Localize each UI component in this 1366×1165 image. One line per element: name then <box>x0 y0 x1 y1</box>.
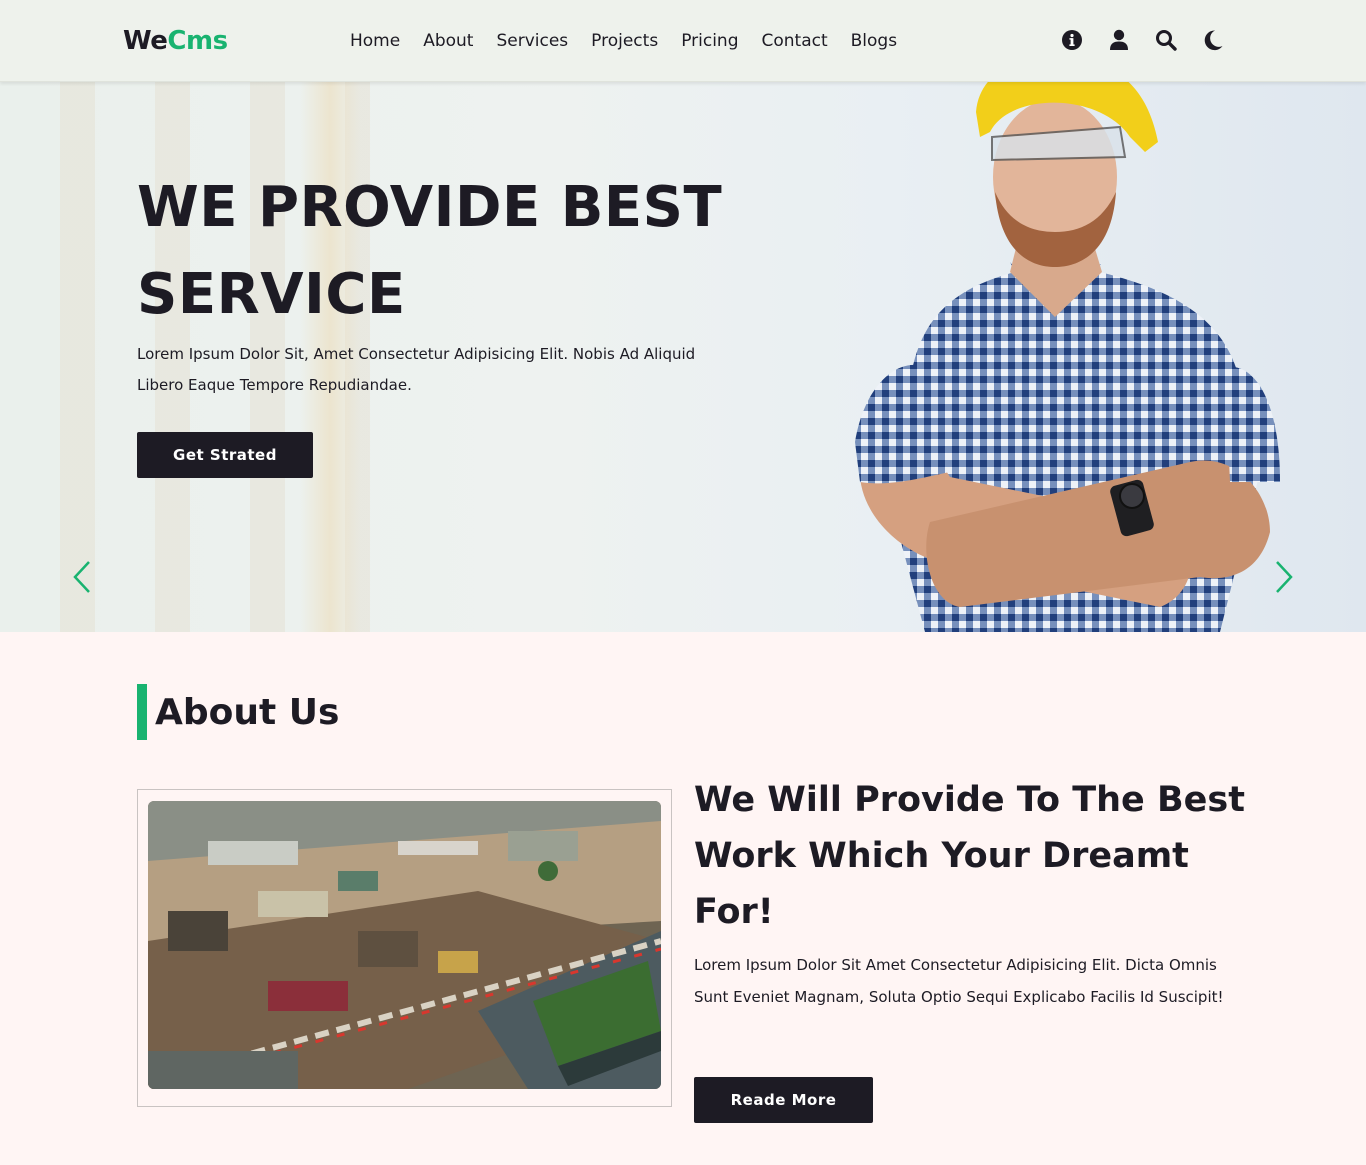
main-nav: Home About Services Projects Pricing Con… <box>350 31 920 51</box>
logo-part-cms: Cms <box>167 26 228 56</box>
about-heading: About Us <box>137 684 339 740</box>
logo[interactable]: WeCms <box>123 26 228 56</box>
search-icon[interactable] <box>1154 28 1178 52</box>
nav-pricing[interactable]: Pricing <box>681 31 738 51</box>
read-more-button[interactable]: Reade More <box>694 1077 873 1123</box>
nav-about[interactable]: About <box>423 31 473 51</box>
about-title: About Us <box>155 691 340 733</box>
nav-projects[interactable]: Projects <box>591 31 658 51</box>
moon-icon[interactable] <box>1201 28 1225 52</box>
hero-worker-image <box>855 82 1280 632</box>
hero-slider: WE PROVIDE BEST SERVICE Lorem Ipsum Dolo… <box>0 82 1366 632</box>
about-subheading: We Will Provide To The Best Work Which Y… <box>694 780 1245 932</box>
header-icons <box>1060 28 1248 52</box>
about-accent-bar <box>137 684 147 740</box>
nav-contact[interactable]: Contact <box>762 31 828 51</box>
construction-site-image <box>148 801 662 1089</box>
info-icon[interactable] <box>1060 28 1084 52</box>
hero-title-line-2: SERVICE <box>137 262 406 327</box>
get-started-button[interactable]: Get Strated <box>137 432 313 478</box>
hero-title: WE PROVIDE BEST SERVICE <box>137 164 757 338</box>
logo-part-we: We <box>123 26 168 56</box>
nav-blogs[interactable]: Blogs <box>851 31 897 51</box>
about-description: Lorem Ipsum Dolor Sit Amet Consectetur A… <box>694 956 1224 1006</box>
chevron-left-icon[interactable] <box>70 559 94 595</box>
chevron-right-icon[interactable] <box>1272 559 1296 595</box>
about-image-frame <box>137 789 672 1107</box>
nav-home[interactable]: Home <box>350 31 400 51</box>
hero-description: Lorem Ipsum Dolor Sit, Amet Consectetur … <box>137 345 696 394</box>
hero-title-line-1: WE PROVIDE BEST <box>137 175 723 240</box>
user-icon[interactable] <box>1107 28 1131 52</box>
site-header: WeCms Home About Services Projects Prici… <box>0 0 1366 82</box>
nav-services[interactable]: Services <box>496 31 568 51</box>
